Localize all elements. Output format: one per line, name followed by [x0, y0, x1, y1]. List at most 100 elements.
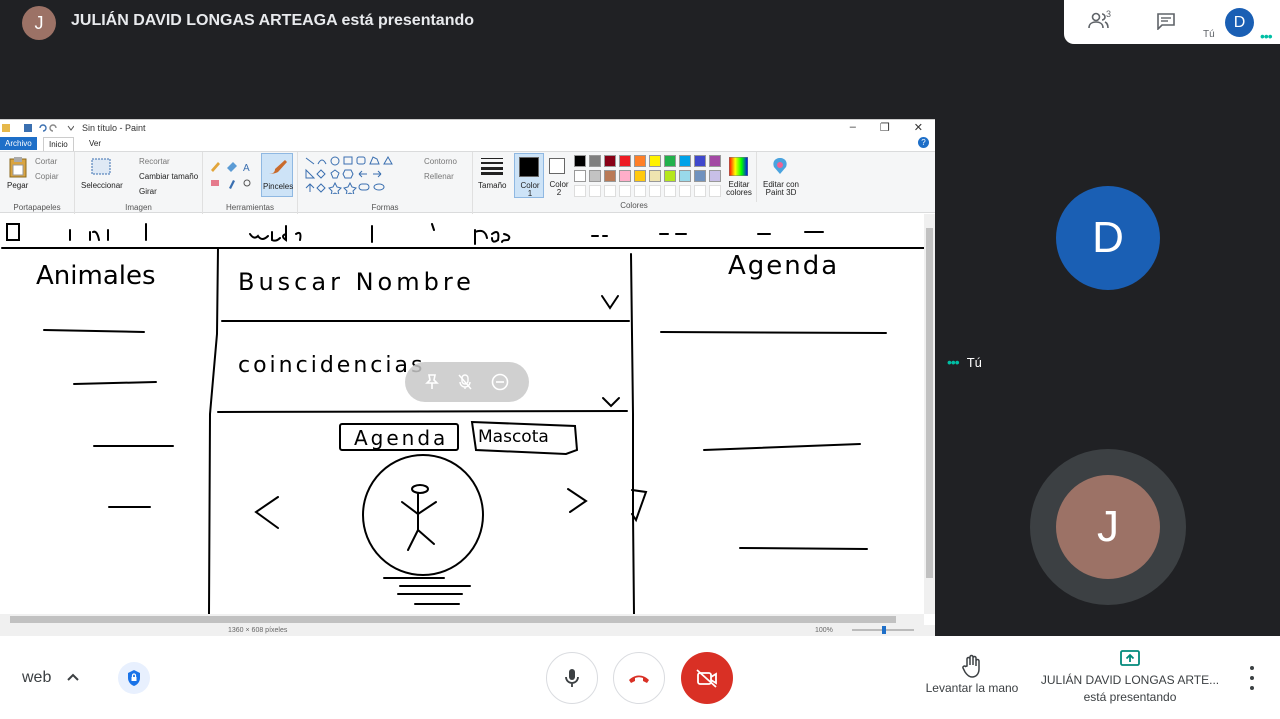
tab-archivo[interactable]: Archivo — [0, 137, 37, 150]
tools-icon[interactable]: A — [209, 158, 257, 192]
presenting-status[interactable]: JULIÁN DAVID LONGAS ARTE... está present… — [1038, 650, 1222, 706]
palette-swatch[interactable] — [649, 170, 661, 182]
wireframe-sketch: Animales Buscar Nombre coincidencias Age… — [1, 223, 924, 614]
zoom-slider-thumb[interactable] — [882, 626, 886, 634]
microphone-icon — [565, 669, 579, 687]
tab-inicio[interactable]: Inicio — [43, 137, 74, 151]
palette-swatch[interactable] — [709, 170, 721, 182]
paint3d-button[interactable]: Editar con Paint 3D — [756, 152, 802, 202]
remove-icon[interactable] — [491, 373, 509, 391]
custom-color-slot[interactable] — [634, 185, 646, 197]
minimize-icon[interactable]: – — [850, 121, 856, 134]
color2-swatch — [549, 158, 565, 174]
host-controls-button[interactable] — [118, 662, 150, 694]
size-icon[interactable] — [481, 157, 503, 175]
fill-button[interactable]: Rellenar — [424, 172, 454, 181]
presenter-avatar: J — [22, 6, 56, 40]
crop-button[interactable]: Recortar — [139, 157, 170, 166]
custom-color-slot[interactable] — [589, 185, 601, 197]
zoom-slider[interactable] — [852, 626, 914, 634]
palette-swatch[interactable] — [604, 170, 616, 182]
shapes-group: Contorno Rellenar Formas — [298, 152, 473, 214]
raise-hand-button[interactable]: Levantar la mano — [920, 654, 1024, 695]
size-button[interactable]: Tamaño — [478, 181, 506, 190]
cut-button[interactable]: Cortar — [35, 157, 57, 166]
outline-button[interactable]: Contorno — [424, 157, 457, 166]
close-icon[interactable]: ✕ — [914, 121, 923, 134]
canvas-dimensions: 1360 × 608 píxeles — [228, 627, 288, 634]
horizontal-scroll-thumb[interactable] — [10, 616, 896, 623]
bottom-bar: web Levantar la mano JULIÁN DAVID LONGAS… — [0, 636, 1280, 719]
resize-button[interactable]: Cambiar tamaño — [139, 172, 198, 181]
vertical-scroll-thumb[interactable] — [926, 228, 933, 578]
leave-call-button[interactable] — [613, 652, 665, 704]
select-icon[interactable] — [91, 158, 111, 175]
quick-access-icons[interactable] — [2, 123, 74, 133]
paste-button[interactable]: Pegar — [7, 181, 28, 190]
palette-swatch[interactable] — [679, 155, 691, 167]
palette-swatch[interactable] — [574, 170, 586, 182]
zoom-level: 100% — [815, 627, 833, 634]
custom-color-slot[interactable] — [574, 185, 586, 197]
palette-swatch[interactable] — [709, 155, 721, 167]
maximize-icon[interactable]: ❐ — [880, 121, 890, 134]
presenting-name: JULIÁN DAVID LONGAS ARTE... — [1040, 673, 1220, 687]
rotate-button[interactable]: Girar — [139, 187, 157, 196]
palette-swatch[interactable] — [679, 170, 691, 182]
mute-mic-icon[interactable] — [458, 374, 472, 390]
paint-titlebar: Sin título - Paint – ❐ ✕ — [0, 120, 935, 136]
paint-canvas[interactable]: Animales Buscar Nombre coincidencias Age… — [0, 214, 924, 614]
palette-swatch[interactable] — [619, 170, 631, 182]
top-bar: J JULIÁN DAVID LONGAS ARTEAGA está prese… — [0, 0, 1280, 95]
meeting-details-button[interactable]: web — [22, 669, 51, 687]
brushes-button[interactable]: Pinceles — [261, 153, 293, 197]
custom-color-slot[interactable] — [664, 185, 676, 197]
self-avatar[interactable]: D — [1225, 8, 1254, 37]
clipboard-group: Pegar Cortar Copiar Portapapeles — [0, 152, 75, 214]
clipboard-label: Portapapeles — [13, 203, 61, 212]
chevron-up-icon[interactable] — [66, 670, 80, 684]
copy-button[interactable]: Copiar — [35, 172, 59, 181]
camera-button[interactable] — [681, 652, 733, 704]
palette-swatch[interactable] — [619, 155, 631, 167]
palette-swatch[interactable] — [664, 170, 676, 182]
more-options-icon[interactable] — [1242, 666, 1262, 690]
self-label: Tú — [1203, 29, 1215, 40]
custom-color-slot[interactable] — [619, 185, 631, 197]
palette-swatch[interactable] — [694, 170, 706, 182]
palette-swatch[interactable] — [604, 155, 616, 167]
shapes-gallery-icon[interactable] — [304, 156, 408, 194]
paint3d-icon — [773, 158, 787, 174]
paste-icon[interactable] — [8, 156, 28, 178]
chat-icon[interactable] — [1156, 12, 1176, 35]
image-group: Seleccionar Recortar Cambiar tamaño Gira… — [75, 152, 203, 214]
horizontal-scrollbar[interactable] — [0, 614, 924, 625]
camera-off-icon — [696, 669, 717, 688]
tools-group: A Pinceles Herramientas — [203, 152, 298, 214]
help-icon[interactable]: ? — [918, 137, 929, 148]
color1-button[interactable]: Color 1 — [514, 153, 544, 198]
color2-button[interactable]: Color 2 — [545, 153, 573, 198]
custom-color-slot[interactable] — [709, 185, 721, 197]
palette-swatch[interactable] — [574, 155, 586, 167]
pin-icon[interactable] — [424, 374, 439, 390]
custom-color-slot[interactable] — [679, 185, 691, 197]
palette-swatch[interactable] — [664, 155, 676, 167]
palette-swatch[interactable] — [634, 170, 646, 182]
palette-swatch[interactable] — [589, 170, 601, 182]
palette-swatch[interactable] — [649, 155, 661, 167]
custom-color-slot[interactable] — [649, 185, 661, 197]
tab-ver[interactable]: Ver — [84, 137, 106, 150]
palette-swatch[interactable] — [589, 155, 601, 167]
palette-swatch[interactable] — [634, 155, 646, 167]
custom-color-slot[interactable] — [604, 185, 616, 197]
participant-self-label: ••• Tú — [947, 354, 982, 370]
audio-indicator-icon: ••• — [1260, 28, 1273, 44]
custom-color-slot[interactable] — [694, 185, 706, 197]
microphone-button[interactable] — [546, 652, 598, 704]
edit-colors-button[interactable]: Editar colores — [724, 152, 754, 202]
participants-count: 3 — [1106, 9, 1112, 19]
palette-swatch[interactable] — [694, 155, 706, 167]
select-button[interactable]: Seleccionar — [81, 181, 123, 190]
vertical-scrollbar[interactable] — [924, 214, 935, 614]
